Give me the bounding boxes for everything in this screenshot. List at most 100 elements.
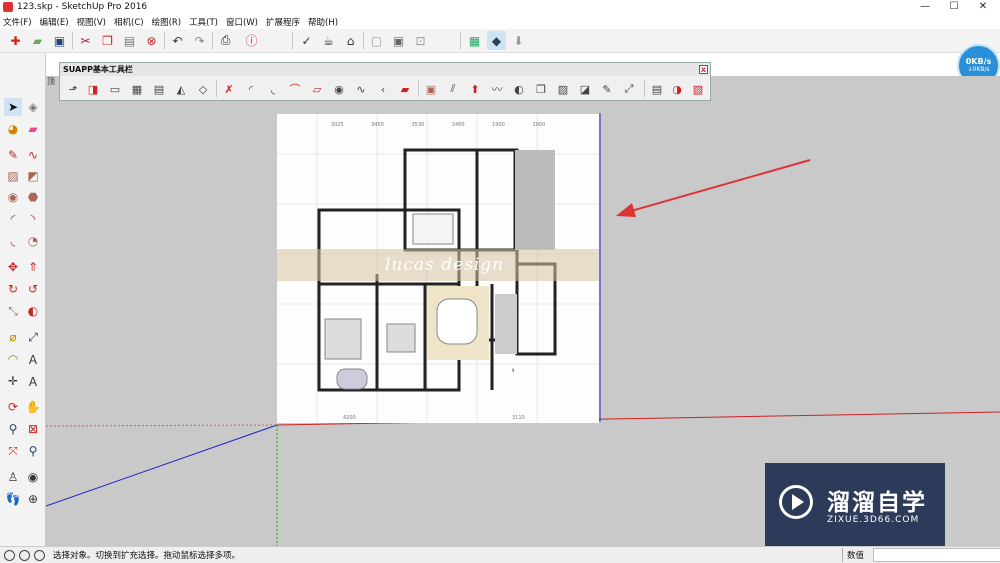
3d-text-icon[interactable]: Ａ	[24, 372, 42, 390]
copy-icon[interactable]: ❐	[98, 31, 117, 50]
paint-bucket-icon[interactable]: ◕	[4, 120, 22, 138]
undo-icon[interactable]: ↶	[168, 31, 187, 50]
rotate-icon[interactable]: ↻	[4, 280, 22, 298]
pie-icon[interactable]: ◔	[24, 232, 42, 250]
suapp-close-icon[interactable]: x	[699, 65, 708, 74]
extrude-icon[interactable]: ⌒	[286, 80, 304, 98]
pipe-icon[interactable]: ◉	[330, 80, 348, 98]
duplicate-icon[interactable]: ❐	[532, 80, 550, 98]
rectangle-icon[interactable]: ▨	[4, 167, 22, 185]
wall-icon[interactable]: ⬏	[64, 80, 82, 98]
rotate-copy-icon[interactable]: ◐	[510, 80, 528, 98]
three-point-arc-icon[interactable]: ◟	[4, 232, 22, 250]
zoom-extents-icon[interactable]: ⤧	[4, 442, 22, 460]
stairs-icon[interactable]: ▤	[150, 80, 168, 98]
door-icon[interactable]: ◨	[84, 80, 102, 98]
menu-view[interactable]: 视图(V)	[77, 16, 106, 28]
layers-icon[interactable]: ▤	[648, 80, 666, 98]
curve-icon[interactable]: ∿	[352, 80, 370, 98]
offset-icon[interactable]: ◐	[24, 302, 42, 320]
download-icon[interactable]: ⬇	[509, 31, 528, 50]
minimize-button[interactable]: —	[910, 0, 940, 14]
menu-help[interactable]: 帮助(H)	[308, 16, 338, 28]
geolocation-icon[interactable]	[4, 549, 15, 561]
redo-icon[interactable]: ↷	[190, 31, 209, 50]
window-tool-icon[interactable]: ▭	[106, 80, 124, 98]
line-pencil-icon[interactable]: ✎	[4, 146, 22, 164]
eraser-icon[interactable]: ▰	[24, 120, 42, 138]
eraser-tool-icon[interactable]: ▰	[396, 80, 414, 98]
make-component-icon[interactable]: ◈	[24, 98, 42, 116]
fillet-icon[interactable]: ◟	[264, 80, 282, 98]
section-icon[interactable]: ▣	[389, 31, 408, 50]
menu-tools[interactable]: 工具(T)	[189, 16, 218, 28]
roof-icon[interactable]: ◭	[172, 80, 190, 98]
position-camera-icon[interactable]: ♙	[4, 468, 22, 486]
print-icon[interactable]: ⎙	[216, 31, 235, 50]
warehouse-icon[interactable]: ⌂	[341, 31, 360, 50]
select-arrow-icon[interactable]: ➤	[4, 98, 22, 116]
section-plane-icon[interactable]: ⊕	[24, 490, 42, 508]
model-check-icon[interactable]: ✓	[297, 31, 316, 50]
credits-icon[interactable]	[19, 549, 30, 561]
push-pull-icon[interactable]: ⇑	[24, 258, 42, 276]
menu-window[interactable]: 窗口(W)	[226, 16, 258, 28]
arc-tool-icon[interactable]: ◜	[242, 80, 260, 98]
arc-icon[interactable]: ◜	[4, 210, 22, 228]
model-info-icon[interactable]: ⓘ	[242, 31, 261, 50]
rotated-rectangle-icon[interactable]: ◩	[24, 167, 42, 185]
split-icon[interactable]: ‹	[374, 80, 392, 98]
box-icon[interactable]: ▣	[422, 80, 440, 98]
flip-icon[interactable]: ◪	[576, 80, 594, 98]
pan-icon[interactable]: ✋	[24, 398, 42, 416]
menu-file[interactable]: 文件(F)	[3, 16, 32, 28]
follow-me-icon[interactable]: ↺	[24, 280, 42, 298]
polygon-icon[interactable]: ⬣	[24, 188, 42, 206]
mirror-icon[interactable]: ⫽	[444, 80, 462, 98]
stack-icon[interactable]: ▨	[554, 80, 572, 98]
edit-icon[interactable]: ✎	[598, 80, 616, 98]
cut-icon[interactable]: ✂	[76, 31, 95, 50]
zoom-window-icon[interactable]: ⊠	[24, 420, 42, 438]
previous-view-icon[interactable]: ⚲	[24, 442, 42, 460]
axes-icon[interactable]: ✛	[4, 372, 22, 390]
lock-icon[interactable]: ⊡	[411, 31, 430, 50]
wave-icon[interactable]: 〰	[488, 80, 506, 98]
protractor-icon[interactable]: ◠	[4, 350, 22, 368]
menu-edit[interactable]: 编辑(E)	[40, 16, 69, 28]
help-icon[interactable]	[34, 549, 45, 561]
save-icon[interactable]: ▣	[50, 31, 69, 50]
orbit-icon[interactable]: ⟳	[4, 398, 22, 416]
menu-draw[interactable]: 绘图(R)	[152, 16, 182, 28]
look-around-icon[interactable]: ◉	[24, 468, 42, 486]
photo-texture-icon[interactable]: ▦	[465, 31, 484, 50]
move-icon[interactable]: ✥	[4, 258, 22, 276]
suapp-toolbar-header[interactable]: SUAPP基本工具栏 x	[60, 63, 710, 76]
teapot-icon[interactable]: ☕	[319, 31, 338, 50]
menu-camera[interactable]: 相机(C)	[114, 16, 144, 28]
grid-icon[interactable]: ▦	[128, 80, 146, 98]
render-icon[interactable]: ▧	[689, 80, 707, 98]
close-button[interactable]: ✕	[968, 0, 998, 14]
align-icon[interactable]: ⬆	[466, 80, 484, 98]
component-icon[interactable]: ▢	[367, 31, 386, 50]
paste-icon[interactable]: ▤	[120, 31, 139, 50]
line-tool-icon[interactable]: ✗	[220, 80, 238, 98]
tape-measure-icon[interactable]: ⌀	[4, 328, 22, 346]
erase-icon[interactable]: ⊗	[142, 31, 161, 50]
open-folder-icon[interactable]: ▰	[28, 31, 47, 50]
suapp-toolbar-panel[interactable]: SUAPP基本工具栏 x ⬏ ◨ ▭ ▦ ▤ ◭ ◇ ✗ ◜ ◟ ⌒ ▱ ◉ ∿…	[59, 62, 711, 101]
measurements-input[interactable]	[873, 548, 1000, 562]
measure-icon[interactable]: ⤢	[620, 80, 638, 98]
scale-icon[interactable]: ⤡	[4, 302, 22, 320]
freehand-icon[interactable]: ∿	[24, 146, 42, 164]
material-icon[interactable]: ◑	[668, 80, 686, 98]
frame-icon[interactable]: ▱	[308, 80, 326, 98]
plane-icon[interactable]: ◆	[487, 31, 506, 50]
dimension-icon[interactable]: ⤢	[24, 328, 42, 346]
circle-icon[interactable]: ◉	[4, 188, 22, 206]
maximize-button[interactable]: ☐	[939, 0, 969, 14]
slab-icon[interactable]: ◇	[194, 80, 212, 98]
new-file-icon[interactable]: ✚	[6, 31, 25, 50]
menu-extensions[interactable]: 扩展程序	[266, 16, 300, 28]
